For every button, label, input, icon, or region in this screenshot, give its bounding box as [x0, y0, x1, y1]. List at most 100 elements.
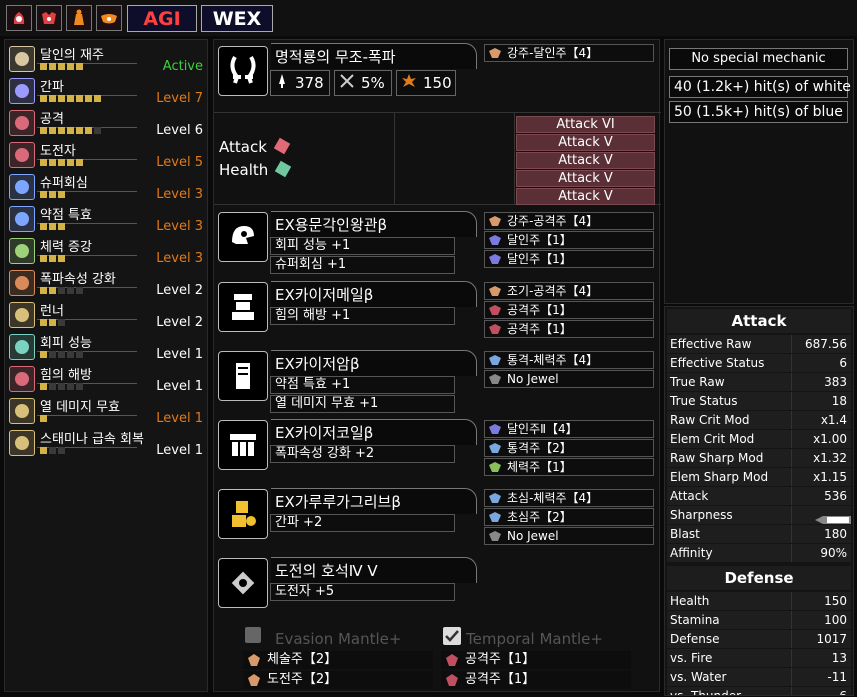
evasion-mantle-checkbox[interactable]	[245, 627, 261, 643]
arms-icon[interactable]	[66, 5, 92, 31]
agi-button[interactable]: AGI	[127, 5, 197, 32]
decoration-slot[interactable]: 공격주【1】	[484, 301, 654, 319]
skill-row[interactable]: 회피 성능 Level 1	[7, 331, 207, 362]
stats-panel: Attack Effective Raw 687.56 Effective Statu…	[664, 306, 854, 696]
skill-row[interactable]: 공격 Level 6	[7, 107, 207, 138]
stat-name: Raw Sharp Mod	[670, 451, 764, 465]
armor-skill: 힘의 해방 +1	[270, 307, 455, 325]
decoration-slot[interactable]: 달인주【1】	[484, 231, 654, 249]
chest-icon[interactable]	[36, 5, 62, 31]
waist-armor-icon[interactable]	[218, 420, 268, 470]
decoration-slot[interactable]: No Jewel	[484, 527, 654, 545]
stat-row: Effective Status 6	[667, 354, 851, 372]
level-pip	[58, 223, 65, 230]
mantle-decoration-slot[interactable]: 공격주【1】	[441, 651, 631, 669]
jewel-icon	[247, 653, 261, 667]
decoration-slot[interactable]: 공격주【1】	[484, 320, 654, 338]
mechanic-label: No special mechanic	[691, 51, 826, 66]
chest-armor-icon[interactable]	[218, 282, 268, 332]
skill-row[interactable]: 스태미나 급속 회복 Level 1	[7, 427, 207, 458]
skill-row[interactable]: 폭파속성 강화 Level 2	[7, 267, 207, 298]
leg-armor-icon[interactable]	[218, 489, 268, 539]
stat-separator	[791, 373, 792, 391]
skill-row[interactable]: 힘의 해방 Level 1	[7, 363, 207, 394]
augment-item[interactable]: Attack V	[516, 152, 655, 169]
blast-icon	[9, 270, 35, 296]
skill-row[interactable]: 달인의 재주 Active	[7, 43, 207, 74]
jewel-icon	[488, 303, 502, 317]
level-pip	[40, 415, 47, 422]
decoration-slot[interactable]: 조기-공격주【4】	[484, 282, 654, 300]
mantle-decoration-slot[interactable]: 체술주【2】	[243, 651, 433, 669]
level-pip	[58, 255, 65, 262]
stat-name: Effective Raw	[670, 337, 752, 351]
mantle-decoration-slot[interactable]: 도전주【2】	[243, 671, 433, 689]
level-pip	[40, 447, 47, 454]
head-icon[interactable]	[6, 5, 32, 31]
defense_stats-title: Defense	[667, 566, 851, 590]
level-pip	[49, 63, 56, 70]
armor-name[interactable]: EX용문각인왕관β	[271, 211, 477, 237]
stat-value: 687.56	[805, 337, 847, 351]
charm-icon[interactable]	[218, 558, 268, 608]
decoration-slot[interactable]: 통격주【2】	[484, 439, 654, 457]
app-window: AGI WEX 달인의 재주 Active 간파 Level 7 공격 Level 6 도전…	[0, 0, 857, 697]
decoration-slot[interactable]: 달인주Ⅱ【4】	[484, 420, 654, 438]
stat-row: Elem Sharp Mod x1.15	[667, 468, 851, 486]
weapon-decoration[interactable]: 강주-달인주【4】	[484, 44, 654, 62]
waist-icon[interactable]	[96, 5, 122, 31]
decoration-slot[interactable]: No Jewel	[484, 370, 654, 388]
augment-item[interactable]: Attack VI	[516, 116, 655, 133]
stat-row: Affinity 90%	[667, 544, 851, 562]
level-pip	[49, 223, 56, 230]
skill-row[interactable]: 런너 Level 2	[7, 299, 207, 330]
temporal-mantle-label[interactable]: Temporal Mantle+	[466, 630, 603, 648]
armor-name[interactable]: EX카이저코일β	[271, 419, 477, 445]
helmet-icon[interactable]	[218, 212, 268, 262]
armor-name[interactable]: EX카이저암β	[271, 350, 477, 376]
decoration-slot[interactable]: 초심주【2】	[484, 508, 654, 526]
level-pip	[67, 383, 74, 390]
stat-value: 100	[824, 613, 847, 627]
decoration-slot[interactable]: 강주-공격주【4】	[484, 212, 654, 230]
arm-armor-icon[interactable]	[218, 351, 268, 401]
level-pip	[76, 159, 83, 166]
skill-row[interactable]: 체력 증강 Level 3	[7, 235, 207, 266]
level-pip	[40, 351, 47, 358]
mantle-decoration-slot[interactable]: 공격주【1】	[441, 671, 631, 689]
skill-row[interactable]: 도전자 Level 5	[7, 139, 207, 170]
mantle-decoration-label: 공격주【1】	[465, 672, 536, 687]
red-hexagon-icon	[273, 137, 290, 155]
stat-value: x1.4	[820, 413, 847, 427]
augment-item[interactable]: Attack V	[516, 188, 655, 205]
level-pip	[58, 63, 65, 70]
stat-separator	[791, 544, 792, 562]
stat-name: Blast	[670, 527, 700, 541]
temporal-mantle-checkbox[interactable]	[443, 627, 461, 645]
armor-name[interactable]: 도전의 호석Ⅳ V	[271, 557, 477, 583]
dual-blades-icon[interactable]	[218, 46, 268, 96]
skill-row[interactable]: 간파 Level 7	[7, 75, 207, 106]
armor-name[interactable]: EX가루루가그리브β	[271, 488, 477, 514]
augment-item[interactable]: Attack V	[516, 134, 655, 151]
stat-row: Health 150	[667, 592, 851, 610]
decoration-slot[interactable]: 통격-체력주【4】	[484, 351, 654, 369]
armor-name[interactable]: EX카이저메일β	[271, 281, 477, 307]
skill-row[interactable]: 약점 특효 Level 3	[7, 203, 207, 234]
evasion-mantle-label[interactable]: Evasion Mantle+	[275, 630, 401, 648]
decoration-label: 초심-체력주【4】	[507, 491, 599, 505]
level-pip	[58, 159, 65, 166]
decoration-slot[interactable]: 달인주【1】	[484, 250, 654, 268]
decoration-slot[interactable]: 초심-체력주【4】	[484, 489, 654, 507]
augment-item[interactable]: Attack V	[516, 170, 655, 187]
jewel-icon	[488, 252, 502, 266]
stat-separator	[791, 525, 792, 543]
skill-row[interactable]: 슈퍼회심 Level 3	[7, 171, 207, 202]
weapon-name[interactable]: 명적룡의 무조-폭파	[271, 43, 477, 69]
stat-separator	[791, 487, 792, 505]
decoration-slot[interactable]: 체력주【1】	[484, 458, 654, 476]
skill-level-bar	[40, 447, 65, 454]
wex-button[interactable]: WEX	[201, 5, 273, 32]
jewel-icon	[488, 510, 502, 524]
skill-row[interactable]: 열 데미지 무효 Level 1	[7, 395, 207, 426]
